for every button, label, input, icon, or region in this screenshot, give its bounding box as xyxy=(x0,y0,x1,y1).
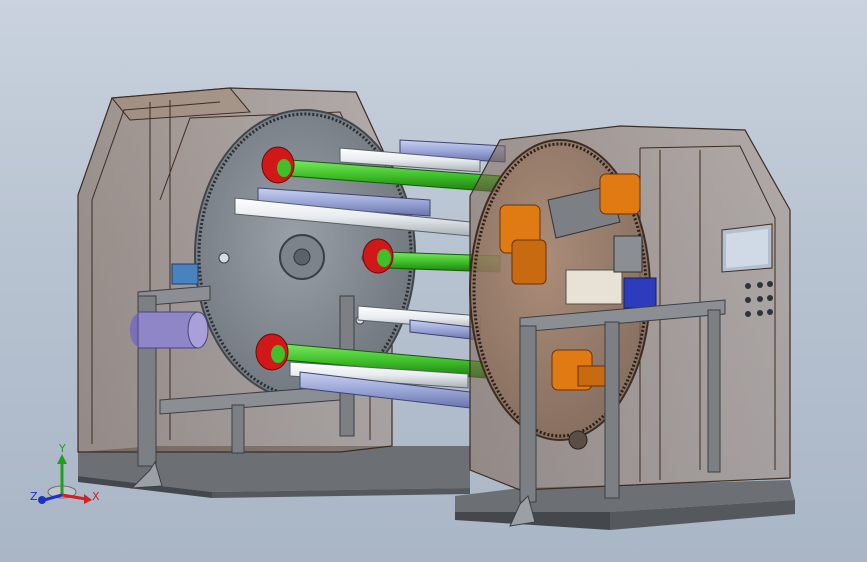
control-buttons[interactable] xyxy=(745,281,773,317)
spool-top[interactable] xyxy=(261,146,295,184)
base-plate-right[interactable] xyxy=(455,480,795,530)
triad-x-label: X xyxy=(92,490,100,503)
spool-bottom[interactable] xyxy=(255,333,289,371)
cad-viewport[interactable]: Y X Z xyxy=(0,0,867,562)
spool-middle[interactable] xyxy=(362,238,394,274)
machine-model[interactable]: Y X Z xyxy=(0,0,867,562)
triad-z-label: Z xyxy=(30,490,38,503)
base-plate-left[interactable] xyxy=(78,446,470,498)
triad-y-label: Y xyxy=(58,442,66,455)
x-axis xyxy=(61,493,87,501)
